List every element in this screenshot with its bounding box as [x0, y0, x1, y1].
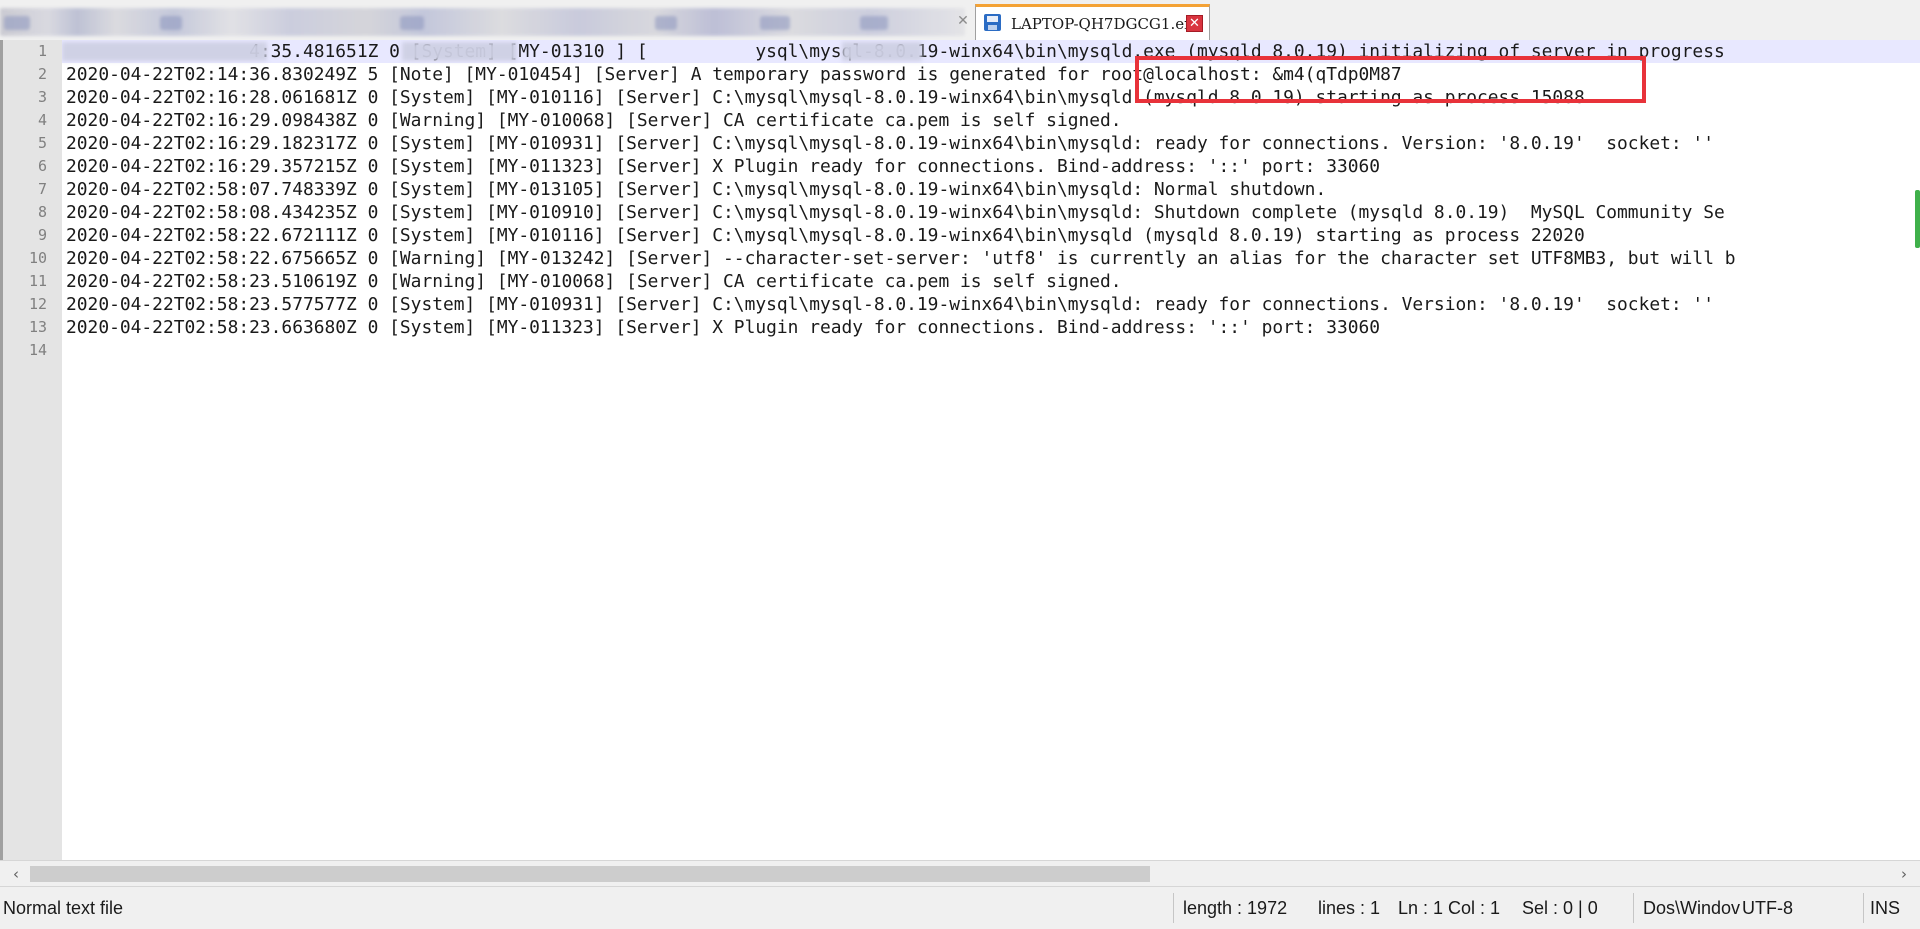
blurred-tabs[interactable] [0, 8, 965, 36]
status-encoding: UTF-8 [1742, 898, 1793, 918]
status-file-type: Normal text file [3, 898, 124, 918]
blur-redaction [62, 42, 267, 61]
line-number: 14 [28, 341, 47, 359]
status-ln: Ln : 1 [1398, 898, 1444, 918]
tab-active-file[interactable]: LAPTOP-QH7DGCG1.err ✕ [975, 4, 1210, 40]
code-line[interactable]: 2020-04-22T02:58:23.577577Z 0 [System] [… [66, 293, 1714, 316]
line-number: 5 [37, 134, 47, 152]
save-icon [984, 14, 1001, 31]
line-number: 6 [37, 157, 47, 175]
code-line[interactable]: 2020-04-22T02:58:23.663680Z 0 [System] [… [66, 316, 1380, 339]
line-number: 10 [28, 249, 47, 267]
status-length: length : 1972 [1183, 898, 1288, 918]
code-line[interactable]: 2020-04-22T02:58:07.748339Z 0 [System] [… [66, 178, 1326, 201]
line-number: 11 [28, 272, 47, 290]
line-number: 3 [37, 88, 47, 106]
status-sel: Sel : 0 | 0 [1522, 898, 1598, 918]
blur-redaction [842, 42, 922, 61]
line-number: 7 [37, 180, 47, 198]
code-line[interactable]: 2020-04-22T02:58:08.434235Z 0 [System] [… [66, 201, 1725, 224]
blurred-tab-close-icon[interactable]: ✕ [955, 13, 971, 29]
scrollbar-thumb[interactable] [30, 866, 1150, 882]
status-lines: lines : 1 [1318, 898, 1381, 918]
code-area[interactable]: 4:35.481651Z 0 [System] [MY-01310 ] [ ys… [62, 40, 1920, 860]
line-number: 8 [37, 203, 47, 221]
status-col: Col : 1 [1448, 898, 1501, 918]
code-line[interactable]: 2020-04-22T02:16:29.182317Z 0 [System] [… [66, 132, 1714, 155]
close-icon[interactable]: ✕ [1186, 15, 1203, 32]
line-number: 13 [28, 318, 47, 336]
code-line[interactable]: 2020-04-22T02:58:23.510619Z 0 [Warning] … [66, 270, 1122, 293]
line-number: 12 [28, 295, 47, 313]
status-bar: Normal text file length : 1972 lines : 1… [0, 886, 1920, 929]
line-number-gutter: 1 2 3 4 5 6 7 8 9 10 11 12 13 14 [3, 40, 62, 860]
code-line[interactable]: 2020-04-22T02:16:29.098438Z 0 [Warning] … [66, 109, 1122, 132]
tab-title: LAPTOP-QH7DGCG1.err [1011, 15, 1199, 33]
tab-bar: ✕ LAPTOP-QH7DGCG1.err ✕ [0, 0, 1920, 41]
chevron-right-icon[interactable]: › [1894, 864, 1914, 884]
line-number: 9 [37, 226, 47, 244]
code-line[interactable]: 2020-04-22T02:58:22.672111Z 0 [System] [… [66, 224, 1585, 247]
password-highlight-box [1135, 56, 1646, 103]
line-number: 4 [37, 111, 47, 129]
status-mode: INS [1870, 898, 1901, 918]
line-number: 2 [37, 65, 47, 83]
horizontal-scrollbar[interactable]: ‹ › [0, 860, 1920, 887]
line-number: 1 [37, 42, 47, 60]
status-eol: Dos\Windov [1643, 898, 1741, 918]
blur-redaction [402, 42, 517, 61]
code-line[interactable]: 2020-04-22T02:16:29.357215Z 0 [System] [… [66, 155, 1380, 178]
chevron-left-icon[interactable]: ‹ [6, 864, 26, 884]
code-line[interactable]: 2020-04-22T02:58:22.675665Z 0 [Warning] … [66, 247, 1736, 270]
scroll-position-marker [1915, 190, 1920, 248]
text-editor[interactable]: 1234567891011121314 4:35.481651Z 0 [Syst… [0, 40, 1920, 860]
